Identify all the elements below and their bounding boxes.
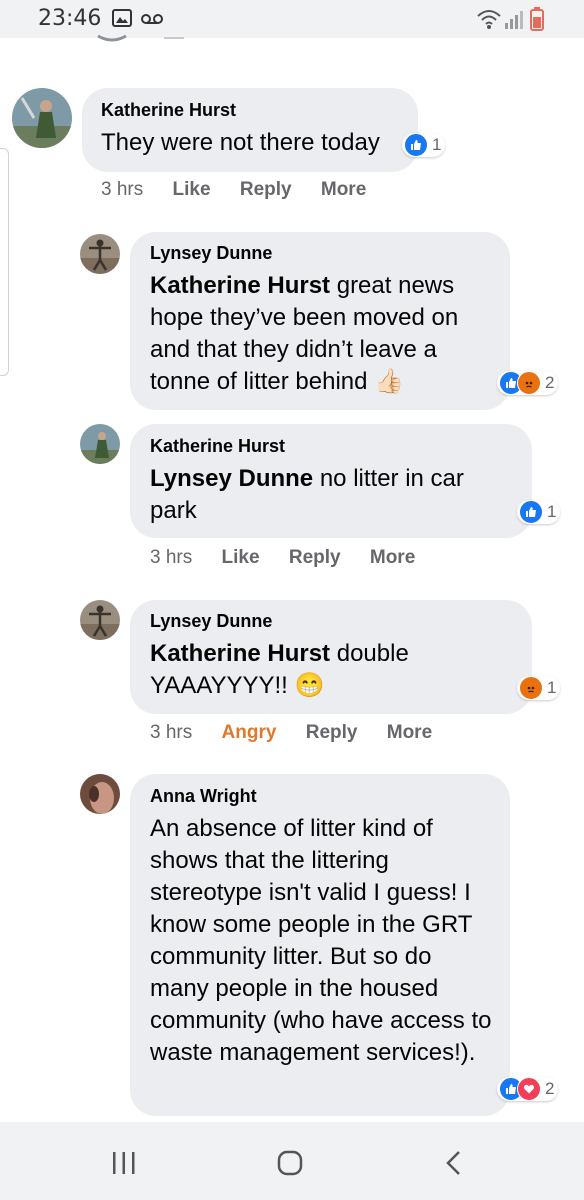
angry-reaction-icon	[517, 371, 541, 395]
mention-link[interactable]: Katherine Hurst	[150, 272, 330, 299]
reaction-count: 2	[545, 373, 555, 392]
mention-link[interactable]: Lynsey Dunne	[150, 465, 313, 492]
avatar[interactable]	[80, 424, 120, 464]
reaction-count: 1	[432, 135, 442, 154]
comment-text: An absence of litter kind of shows that …	[150, 815, 492, 1066]
status-time: 23:46	[38, 6, 102, 31]
image-icon	[112, 8, 132, 33]
reaction-summary[interactable]: 2	[497, 371, 559, 395]
reaction-summary[interactable]: 2	[497, 1077, 559, 1101]
avatar[interactable]	[80, 600, 120, 640]
mention-link[interactable]: Katherine Hurst	[150, 640, 330, 667]
emoji: 👍🏻	[374, 368, 405, 395]
battery-icon	[530, 7, 544, 36]
wifi-icon	[476, 8, 502, 35]
avatar[interactable]	[80, 234, 120, 274]
comment-time[interactable]: 3 hrs	[101, 179, 143, 201]
angry-button[interactable]: Angry	[222, 722, 277, 744]
more-button[interactable]: More	[321, 179, 366, 201]
comment-body: Katherine Hurst great news hope they’ve …	[150, 270, 490, 398]
like-reaction-icon	[404, 133, 428, 157]
comment-author[interactable]: Lynsey Dunne	[150, 611, 272, 632]
reply-button[interactable]: Reply	[306, 722, 358, 744]
previous-comment-fragment	[97, 34, 184, 42]
like-button[interactable]: Like	[173, 179, 211, 201]
love-reaction-icon	[517, 1077, 541, 1101]
comment-text: They were not there today	[101, 129, 380, 156]
comment-author[interactable]: Katherine Hurst	[101, 100, 236, 121]
comment-actions: 3 hrs Angry Reply More	[150, 722, 432, 744]
like-button[interactable]: Like	[222, 547, 260, 569]
comment-time[interactable]: 3 hrs	[150, 547, 192, 569]
comment-body: Katherine Hurst double YAAAYYYY!! 😁	[150, 638, 440, 702]
signal-icon	[504, 8, 524, 35]
comment-time[interactable]: 3 hrs	[150, 722, 192, 744]
reaction-count: 2	[545, 1079, 555, 1098]
comment-actions: 3 hrs Like Reply More	[101, 179, 366, 201]
avatar[interactable]	[12, 88, 72, 148]
reply-button[interactable]: Reply	[240, 179, 292, 201]
reaction-count: 1	[547, 502, 557, 521]
emoji: 😁	[294, 672, 325, 699]
scroll-handle[interactable]	[0, 148, 9, 376]
comment-actions: 3 hrs Like Reply More	[150, 547, 415, 569]
more-button[interactable]: More	[370, 547, 415, 569]
reaction-summary[interactable]: 1	[402, 133, 446, 157]
comment-body: Lynsey Dunne no litter in car park	[150, 463, 495, 527]
comment-author[interactable]: Katherine Hurst	[150, 436, 285, 457]
avatar[interactable]	[80, 774, 120, 814]
navigation-bar	[0, 1122, 584, 1200]
comment-author[interactable]: Lynsey Dunne	[150, 243, 272, 264]
reaction-summary[interactable]: 1	[517, 500, 561, 524]
back-icon[interactable]	[434, 1146, 474, 1180]
angry-reaction-icon	[519, 676, 543, 700]
reply-button[interactable]: Reply	[289, 547, 341, 569]
voicemail-icon	[140, 12, 164, 31]
more-button[interactable]: More	[387, 722, 432, 744]
home-icon[interactable]	[270, 1146, 310, 1180]
recent-apps-icon[interactable]	[104, 1146, 144, 1180]
status-bar: 23:46	[0, 0, 584, 38]
comment-author[interactable]: Anna Wright	[150, 786, 257, 807]
reaction-count: 1	[547, 678, 557, 697]
like-reaction-icon	[519, 500, 543, 524]
reaction-summary[interactable]: 1	[517, 676, 561, 700]
